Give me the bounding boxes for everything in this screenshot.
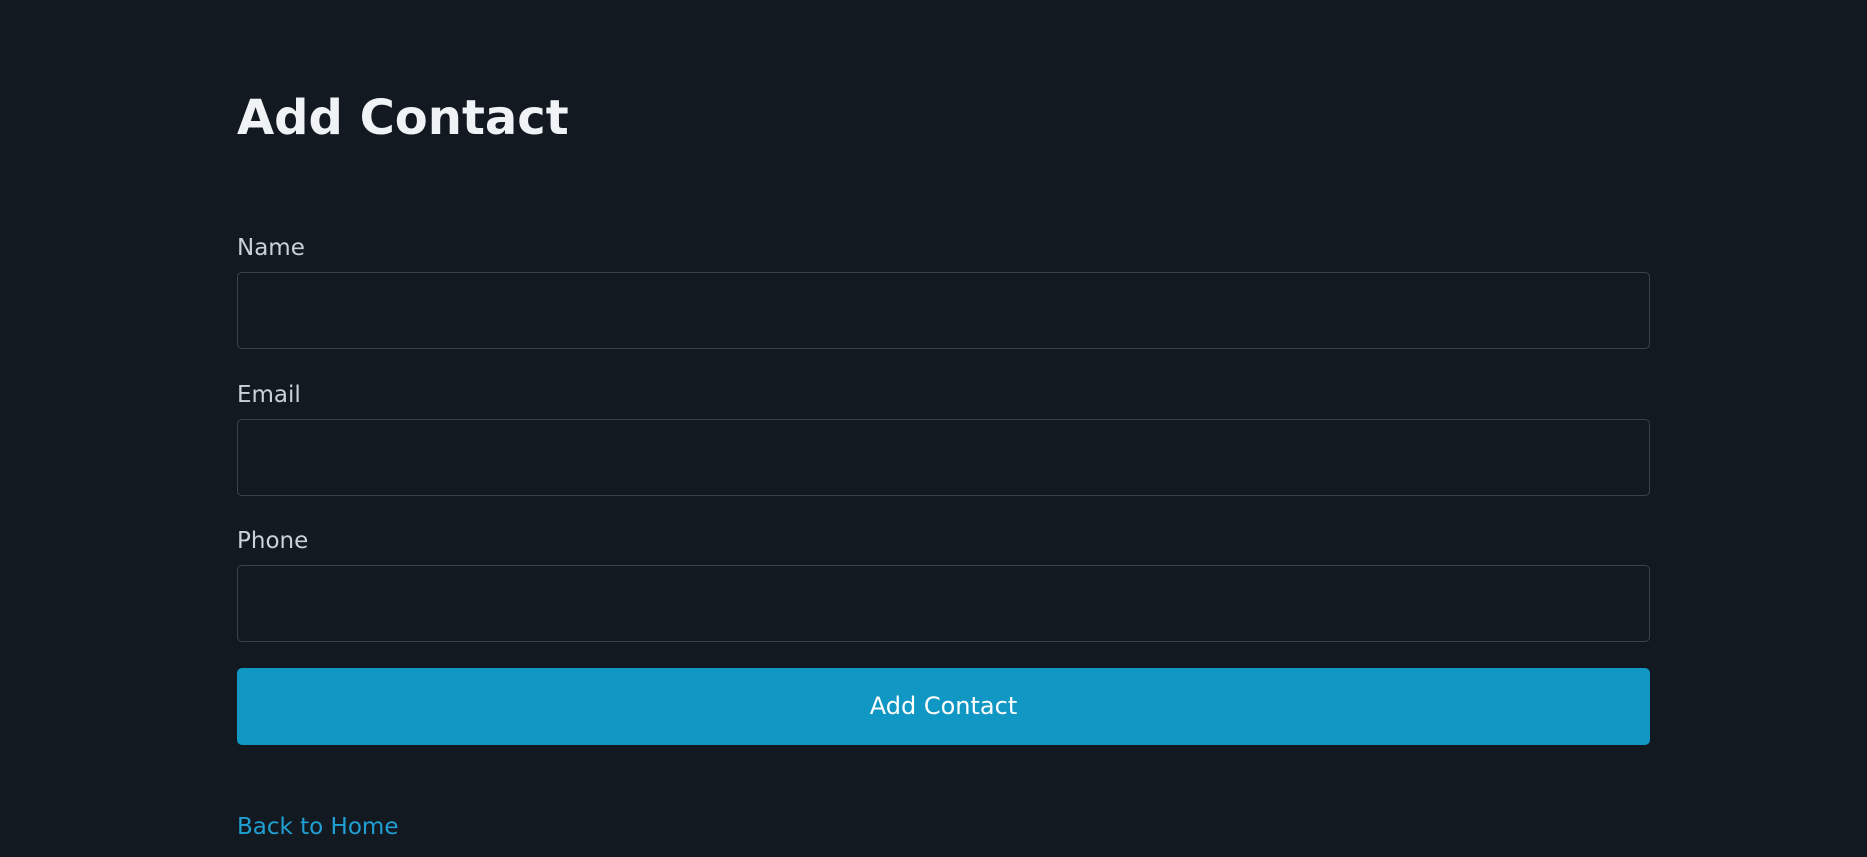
email-input[interactable] [237,419,1650,496]
phone-input[interactable] [237,565,1650,642]
back-to-home-link[interactable]: Back to Home [237,812,398,842]
page-title: Add Contact [237,90,569,146]
phone-label: Phone [237,528,309,554]
email-label: Email [237,382,301,408]
name-label: Name [237,235,305,261]
add-contact-button[interactable]: Add Contact [237,668,1650,745]
name-input[interactable] [237,272,1650,349]
